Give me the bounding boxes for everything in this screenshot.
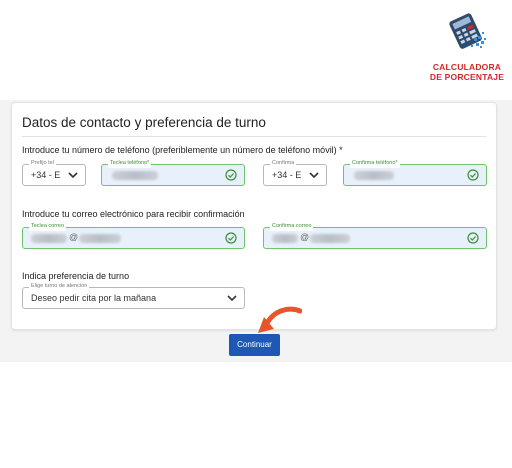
check-icon xyxy=(225,169,237,181)
confirm-phone-input[interactable]: Confirma teléfono* xyxy=(343,159,487,186)
logo-text-line2: DE PORCENTAJE xyxy=(429,72,505,82)
redacted-phone xyxy=(112,171,158,180)
contact-form-card: Datos de contacto y preferencia de turno… xyxy=(11,102,497,330)
turno-legend: Elige turno de atención xyxy=(29,282,90,291)
turno-value: Deseo pedir cita por la mañana xyxy=(31,293,157,303)
title-divider xyxy=(22,136,486,137)
phone-prefix-value: +34 - E xyxy=(31,170,61,180)
redacted-email-user xyxy=(31,234,67,243)
phone-prefix-legend: Prefijo tel xyxy=(29,159,56,168)
form-title: Datos de contacto y preferencia de turno xyxy=(22,115,266,130)
chevron-down-icon xyxy=(227,295,237,302)
email-section-label: Introduce tu correo electrónico para rec… xyxy=(22,209,245,219)
confirm-phone-legend: Confirma teléfono* xyxy=(350,159,400,168)
turno-select[interactable]: Elige turno de atención Deseo pedir cita… xyxy=(22,282,245,309)
confirm-email-legend: Confirma correo xyxy=(270,222,314,231)
check-icon xyxy=(467,232,479,244)
chevron-down-icon xyxy=(309,172,319,179)
phone-prefix-select[interactable]: Prefijo tel +34 - E xyxy=(22,159,86,186)
redacted-confirm-email-user xyxy=(272,234,298,243)
confirm-phone-prefix-select[interactable]: Confirma +34 - E xyxy=(263,159,327,186)
check-icon xyxy=(467,169,479,181)
check-icon xyxy=(225,232,237,244)
confirm-email-at-sign: @ xyxy=(300,232,310,242)
logo-text-line1: CALCULADORA xyxy=(432,62,502,72)
calculator-icon xyxy=(449,13,486,49)
redacted-confirm-phone xyxy=(354,171,394,180)
phone-section-label: Introduce tu número de teléfono (preferi… xyxy=(22,145,343,155)
redacted-email-domain xyxy=(79,234,121,243)
turno-section-label: Indica preferencia de turno xyxy=(22,271,130,281)
pointer-arrow-icon xyxy=(258,306,302,333)
email-input[interactable]: Teclea correo @ xyxy=(22,222,245,249)
confirm-email-input[interactable]: Confirma correo @ xyxy=(263,222,487,249)
confirm-prefix-value: +34 - E xyxy=(272,170,302,180)
phone-legend: Teclea teléfono* xyxy=(108,159,152,168)
confirm-prefix-legend: Confirma xyxy=(270,159,297,168)
email-at-sign: @ xyxy=(69,232,79,242)
site-logo: CALCULADORA DE PORCENTAJE xyxy=(424,12,510,84)
chevron-down-icon xyxy=(68,172,78,179)
email-legend: Teclea correo xyxy=(29,222,67,231)
redacted-confirm-email-domain xyxy=(310,234,350,243)
phone-input[interactable]: Teclea teléfono* xyxy=(101,159,245,186)
